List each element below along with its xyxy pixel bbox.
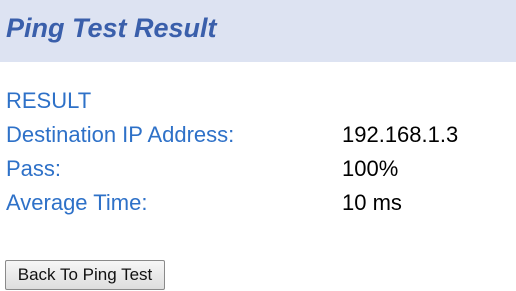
pass-row: Pass: 100% [6,155,511,183]
page-title: Ping Test Result [6,13,217,43]
destination-ip-row: Destination IP Address: 192.168.1.3 [6,121,511,149]
pass-label: Pass: [6,156,62,181]
title-bar: Ping Test Result [0,0,516,62]
pass-value: 100% [342,156,399,181]
back-to-ping-test-button[interactable]: Back To Ping Test [5,260,165,290]
destination-ip-label: Destination IP Address: [6,122,235,147]
destination-ip-value: 192.168.1.3 [342,122,459,147]
ping-result-page: Ping Test Result RESULT Destination IP A… [0,0,516,291]
average-time-label: Average Time: [6,190,148,215]
average-time-row: Average Time: 10 ms [6,189,511,217]
average-time-value: 10 ms [342,190,402,215]
result-heading: RESULT [6,88,92,113]
